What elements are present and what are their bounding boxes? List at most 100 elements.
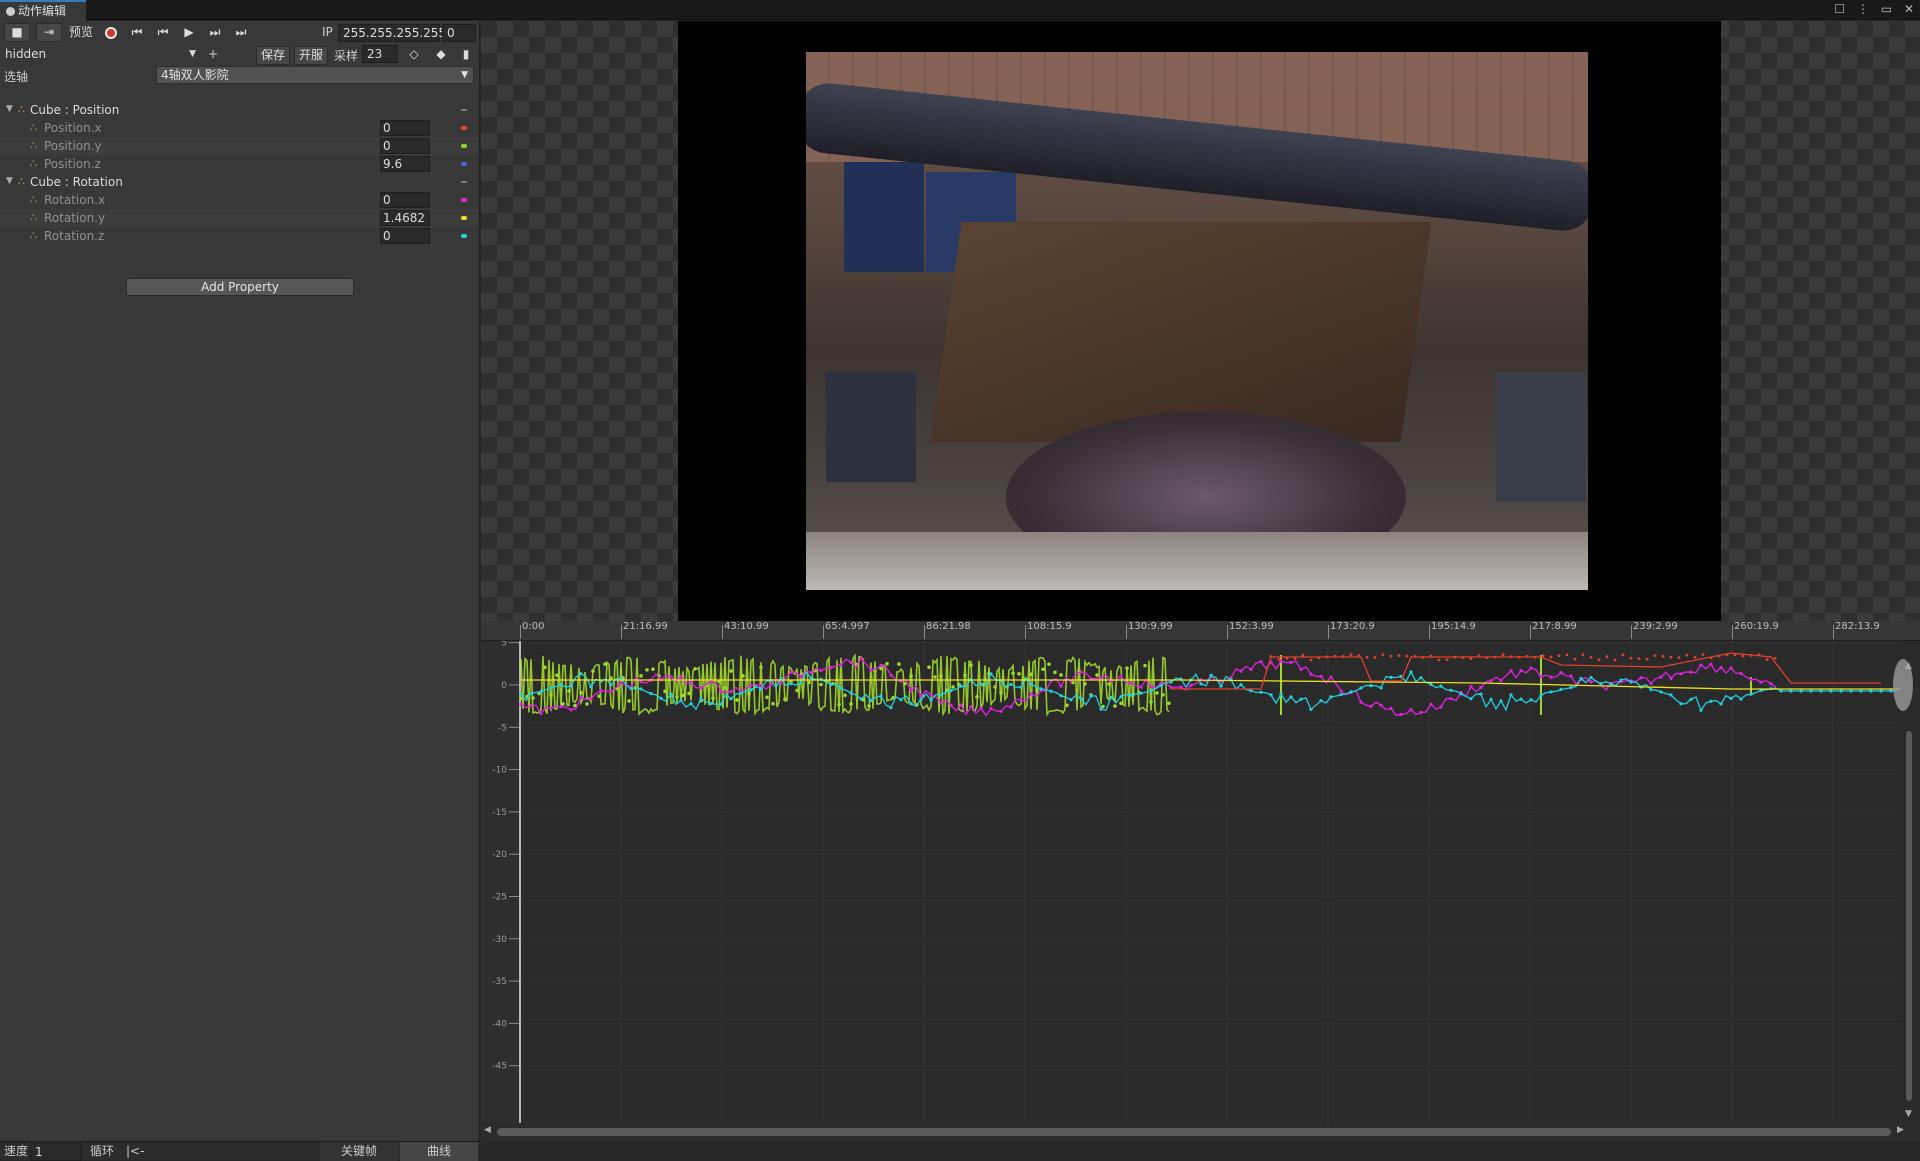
horizontal-scroll-thumb[interactable] — [497, 1128, 1891, 1136]
keyframe-rotation-z — [1489, 697, 1493, 701]
property-row[interactable]: ∴ Position.y 0 — [0, 137, 478, 155]
scroll-right-icon[interactable]: ▶ — [1897, 1125, 1904, 1135]
property-group-row[interactable]: ▼ ∴ Cube : Position — [0, 101, 478, 119]
close-icon[interactable]: ✕ — [1904, 2, 1914, 16]
property-row[interactable]: ∴ Rotation.x 0 — [0, 191, 478, 209]
scroll-up-icon[interactable]: ▲ — [1905, 661, 1912, 671]
y-tick-label: -40 — [492, 1019, 507, 1029]
property-value-input[interactable]: 0 — [380, 138, 430, 154]
tab-curve[interactable]: 曲线 — [400, 1142, 478, 1161]
back-to-start-button[interactable]: |<- — [126, 1142, 144, 1161]
animation-panel: ■ ⇥ 预览 ⏮ ⏮ ▶ ⏭ ⏭ IP 255.255.255.255 0 hi… — [0, 21, 480, 1141]
keyframe-rotation-z — [1129, 693, 1133, 697]
curve-color-swatch[interactable] — [461, 234, 467, 238]
preview-button[interactable]: 预览 — [66, 23, 96, 42]
fold-arrow-icon[interactable]: ▼ — [6, 176, 13, 186]
property-row[interactable]: ∴ Rotation.y 1.4682 — [0, 209, 478, 227]
curve-editor[interactable]: 0:00 21:16.99 43:10.99 65:4.997 86:21.98 108:… — [481, 621, 1920, 1141]
keyframe-rotation-x — [1359, 700, 1363, 704]
keyframe-position-x — [1413, 654, 1417, 658]
keyframe-rotation-x — [1729, 666, 1733, 670]
menu-icon[interactable]: ⋮ — [1857, 2, 1869, 16]
keyframe-position-x — [1661, 654, 1665, 658]
vertical-scrollbar[interactable]: ▲ ▼ — [1903, 661, 1915, 1123]
property-row[interactable]: ∴ Position.z 9.6 — [0, 155, 478, 173]
next-frame-button[interactable]: ⏭ — [204, 23, 226, 42]
property-row[interactable]: ∴ Position.x 0 — [0, 119, 478, 137]
keyframe-rotation-z — [689, 702, 693, 706]
keyframe-position-x — [1509, 655, 1513, 659]
play-button[interactable]: ▶ — [178, 23, 200, 42]
maximize-icon[interactable]: ▭ — [1881, 2, 1892, 16]
key-diamond-button[interactable]: ◇ — [404, 45, 424, 64]
prev-frame-button[interactable]: ⏮ — [152, 23, 174, 42]
curve-color-swatch[interactable] — [461, 198, 467, 202]
add-key-button[interactable]: ◆ — [430, 45, 452, 64]
group-collapse-dash[interactable] — [461, 181, 467, 183]
group-collapse-dash[interactable] — [461, 109, 467, 111]
fold-arrow-icon[interactable]: ▼ — [6, 104, 13, 114]
tab-keyframe[interactable]: 关键帧 — [320, 1142, 398, 1161]
clip-select[interactable]: hidden ▼ — [0, 45, 202, 63]
keyframe-position-y — [1125, 666, 1129, 670]
save-button[interactable]: 保存 — [256, 46, 290, 65]
keyframe-rotation-z — [839, 686, 843, 690]
keyframe-rotation-z — [1439, 684, 1443, 688]
tab-action-editor[interactable]: 动作编辑 — [0, 0, 86, 21]
sample-input[interactable]: 23 — [362, 45, 398, 63]
keyframe-rotation-x — [1319, 674, 1323, 678]
property-group-row[interactable]: ▼ ∴ Cube : Rotation — [0, 173, 478, 191]
scroll-down-icon[interactable]: ▼ — [1905, 1109, 1912, 1119]
horizontal-scrollbar[interactable]: ◀ ▶ — [481, 1123, 1920, 1141]
add-event-button[interactable]: ▮ — [456, 45, 476, 64]
keyframe-rotation-z — [1629, 680, 1633, 684]
folder-button[interactable]: ■ — [4, 23, 30, 42]
open-server-button[interactable]: 开服 — [294, 46, 328, 65]
property-value-input[interactable]: 0 — [380, 120, 430, 136]
keyframe-position-y — [1035, 688, 1039, 693]
last-frame-button[interactable]: ⏭ — [230, 23, 252, 42]
curve-canvas[interactable]: 5 0 -5 -10 -15 -20 -25 -30 -35 -40 -45 — [481, 641, 1920, 1123]
keyframe-rotation-x — [1589, 680, 1593, 684]
curve-color-swatch[interactable] — [461, 162, 467, 166]
speed-input[interactable]: 1 — [30, 1143, 82, 1161]
property-group-name: Cube : Rotation — [30, 175, 123, 189]
port-input[interactable]: 0 — [442, 24, 476, 42]
curve-color-swatch[interactable] — [461, 126, 467, 130]
keyframe-rotation-z — [1709, 699, 1713, 703]
property-value-input[interactable]: 1.4682 — [380, 210, 430, 226]
lock-icon[interactable]: ☐ — [1834, 2, 1845, 16]
keyframe-rotation-z — [789, 682, 793, 686]
add-property-button[interactable]: Add Property — [126, 278, 354, 296]
property-value-input[interactable]: 0 — [380, 228, 430, 244]
keyframe-rotation-z — [1569, 685, 1573, 690]
keyframe-rotation-x — [699, 686, 703, 690]
property-row[interactable]: ∴ Rotation.z 0 — [0, 227, 478, 245]
property-value-input[interactable]: 0 — [380, 192, 430, 208]
add-clip-button[interactable]: + — [208, 47, 218, 61]
playback-toolbar: ■ ⇥ 预览 ⏮ ⏮ ▶ ⏭ ⏭ IP 255.255.255.255 0 — [0, 21, 480, 44]
axis-select[interactable]: 4轴双人影院 ▼ — [156, 66, 474, 84]
keyframe-rotation-x — [1309, 672, 1313, 676]
vertical-scroll-thumb[interactable] — [1906, 731, 1912, 1101]
loop-toggle[interactable]: 循环 — [90, 1142, 114, 1161]
keyframe-rotation-x — [869, 668, 873, 672]
property-value-input[interactable]: 9.6 — [380, 156, 430, 172]
scroll-left-icon[interactable]: ◀ — [484, 1125, 491, 1135]
import-button[interactable]: ⇥ — [36, 23, 62, 42]
first-frame-button[interactable]: ⏮ — [126, 23, 148, 42]
record-button[interactable] — [100, 23, 122, 42]
keyframe-position-y — [579, 690, 583, 695]
window-titlebar: 动作编辑 ☐ ⋮ ▭ ✕ — [0, 0, 1920, 21]
keyframe-position-x — [1381, 653, 1385, 657]
transform-icon: ∴ — [18, 175, 25, 188]
keyframe-rotation-z — [1209, 673, 1213, 677]
keyframe-position-y — [1011, 671, 1015, 676]
time-ruler[interactable]: 0:00 21:16.99 43:10.99 65:4.997 86:21.98 108:… — [481, 621, 1920, 641]
curve-color-swatch[interactable] — [461, 216, 467, 220]
ip-input[interactable]: 255.255.255.255 — [338, 24, 446, 42]
keyframe-rotation-x — [1409, 708, 1413, 712]
keyframe-rotation-z — [1859, 689, 1863, 693]
curve-color-swatch[interactable] — [461, 144, 467, 148]
keyframe-position-y — [1095, 673, 1099, 677]
